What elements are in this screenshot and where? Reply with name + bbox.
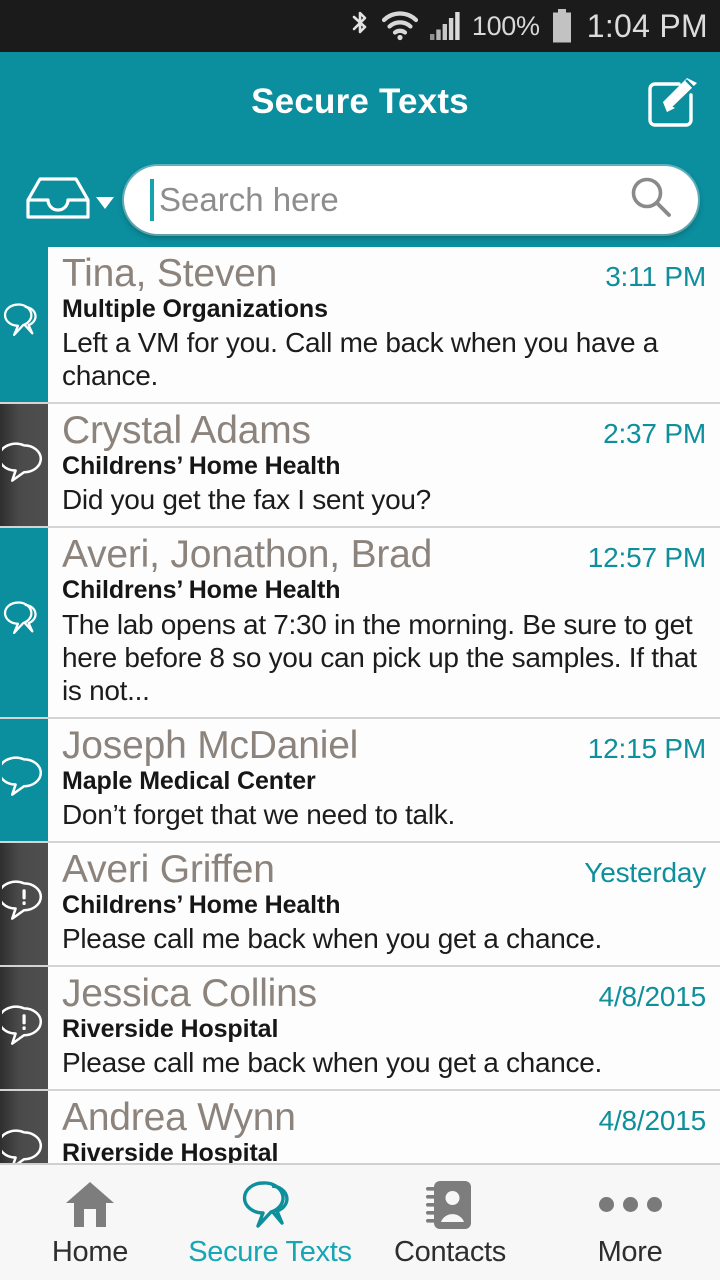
conversation-organization: Childrens’ Home Health <box>62 576 341 605</box>
nav-label-more: More <box>597 1235 663 1268</box>
bottom-navigation: Home Secure Texts Contacts More <box>0 1163 720 1280</box>
conversation-list[interactable]: Tina, Steven 3:11 PM Multiple Organization… <box>0 247 720 1163</box>
conversation-name: Jessica Collins <box>62 972 317 1015</box>
conversation-timestamp: 2:37 PM <box>603 418 706 450</box>
conversation-rail <box>0 966 48 1090</box>
nav-item-contacts[interactable]: Contacts <box>360 1165 540 1280</box>
conversation-header-line: Tina, Steven 3:11 PM <box>62 253 706 296</box>
speech-bubble-icon <box>241 1177 299 1233</box>
conversation-preview: Please call me back when you get a chanc… <box>62 1047 602 1079</box>
nav-label-home: Home <box>51 1235 129 1268</box>
conversation-body: Joseph McDaniel 12:15 PM Maple Medical Cen… <box>48 719 720 841</box>
secure-texts-app: 100% 1:04 PM Secure Texts Search here Ti… <box>0 0 720 1280</box>
conversation-rail <box>0 842 48 965</box>
nav-item-secure-texts[interactable]: Secure Texts <box>180 1165 360 1280</box>
conversation-body: Jessica Collins 4/8/2015 Riverside Hospita… <box>48 967 720 1089</box>
search-input[interactable] <box>154 180 628 219</box>
speech-bubble-icon <box>0 1129 46 1163</box>
conversation-timestamp: 12:57 PM <box>587 542 706 574</box>
conversation-preview: Left a VM for you. Call me back when you… <box>62 327 658 392</box>
conversation-name: Averi, Jonathon, Brad <box>62 534 433 577</box>
conversation-body: Crystal Adams 2:37 PM Childrens’ Home Heal… <box>48 404 720 526</box>
conversation-timestamp: 4/8/2015 <box>598 1105 707 1137</box>
conversation-body: Tina, Steven 3:11 PM Multiple Organization… <box>48 247 720 402</box>
conversation-row[interactable]: Crystal Adams 2:37 PM Childrens’ Home Heal… <box>0 404 720 529</box>
conversation-header-line: Averi Griffen Yesterday <box>62 849 706 892</box>
nav-label-secure-texts: Secure Texts <box>188 1235 352 1268</box>
conversation-header-line: Jessica Collins 4/8/2015 <box>62 973 706 1016</box>
search-bar-row <box>0 152 720 247</box>
conversation-name: Andrea Wynn <box>62 1097 296 1140</box>
search-icon[interactable] <box>628 174 674 225</box>
nav-item-more[interactable]: More <box>540 1165 720 1280</box>
conversation-name: Crystal Adams <box>62 410 311 453</box>
conversation-row[interactable]: Andrea Wynn4/8/2015Riverside HospitalDo … <box>0 1091 720 1163</box>
conversation-header-line: Crystal Adams 2:37 PM <box>62 410 706 453</box>
wifi-icon <box>381 11 418 41</box>
conversation-rail <box>0 528 48 717</box>
conversation-rail <box>0 718 48 841</box>
conversation-preview: Did you get the fax I sent you? <box>62 484 431 516</box>
conversation-row[interactable]: Joseph McDaniel 12:15 PM Maple Medical Cen… <box>0 718 720 843</box>
conversation-header-line: Andrea Wynn 4/8/2015 <box>62 1097 706 1140</box>
nav-label-contacts: Contacts <box>393 1235 507 1268</box>
conversation-name: Tina, Steven <box>62 253 278 295</box>
conversation-organization: Riverside Hospital <box>62 1014 279 1043</box>
conversation-body: Averi, Jonathon, Brad 12:57 PM Childrens’ … <box>48 528 720 716</box>
speech-bubble-alert-icon <box>0 880 46 927</box>
conversation-name: Joseph McDaniel <box>62 724 359 767</box>
compose-button[interactable] <box>642 71 704 133</box>
conversation-timestamp: 4/8/2015 <box>598 980 707 1012</box>
status-bar: 100% 1:04 PM <box>0 0 720 52</box>
battery-percentage: 100% <box>471 10 540 41</box>
conversation-timestamp: 3:11 PM <box>605 261 706 292</box>
conversation-row[interactable]: Tina, Steven 3:11 PM Multiple Organization… <box>0 247 720 405</box>
conversation-organization: Multiple Organizations <box>62 294 328 323</box>
double-speech-bubble-icon <box>2 301 46 348</box>
speech-bubble-icon <box>0 756 46 803</box>
conversation-rail <box>0 1091 48 1163</box>
search-field-wrapper[interactable] <box>124 165 698 234</box>
speech-bubble-alert-icon <box>0 1005 46 1052</box>
conversation-organization: Riverside Hospital <box>62 1139 279 1163</box>
compose-pencil-icon <box>644 71 702 134</box>
page-title: Secure Texts <box>251 82 469 121</box>
nav-item-home[interactable]: Home <box>0 1165 180 1280</box>
conversation-row[interactable]: Averi, Jonathon, Brad 12:57 PM Childrens’ … <box>0 528 720 719</box>
conversation-header-line: Joseph McDaniel 12:15 PM <box>62 725 706 768</box>
conversation-organization: Childrens’ Home Health <box>62 890 341 919</box>
inbox-tray-icon <box>24 173 92 226</box>
chevron-down-icon <box>96 196 114 209</box>
conversation-organization: Maple Medical Center <box>62 766 316 795</box>
conversation-preview: Please call me back when you get a chanc… <box>62 922 602 954</box>
more-dots-icon <box>598 1177 662 1233</box>
bluetooth-icon <box>349 10 371 42</box>
double-speech-bubble-icon <box>2 599 46 646</box>
conversation-row[interactable]: Jessica Collins 4/8/2015 Riverside Hospita… <box>0 966 720 1092</box>
inbox-filter-button[interactable] <box>24 173 114 226</box>
battery-full-icon <box>551 9 573 43</box>
cellular-signal-icon <box>429 11 461 41</box>
conversation-body: Andrea Wynn4/8/2015Riverside HospitalDo … <box>48 1091 720 1163</box>
status-bar-clock: 1:04 PM <box>586 7 708 44</box>
conversation-preview: Don’t forget that we need to talk. <box>62 798 455 830</box>
conversation-organization: Childrens’ Home Health <box>62 452 341 481</box>
conversation-timestamp: 12:15 PM <box>587 732 706 764</box>
conversation-preview: The lab opens at 7:30 in the morning. Be… <box>62 608 697 706</box>
conversation-rail <box>0 247 48 403</box>
speech-bubble-icon <box>0 442 46 489</box>
contacts-book-icon <box>423 1177 477 1233</box>
conversation-header-line: Averi, Jonathon, Brad 12:57 PM <box>62 534 706 577</box>
conversation-rail <box>0 404 48 527</box>
conversation-row[interactable]: Averi Griffen Yesterday Childrens’ Home He… <box>0 842 720 967</box>
app-header: Secure Texts <box>0 52 720 152</box>
conversation-body: Averi Griffen Yesterday Childrens’ Home He… <box>48 843 720 965</box>
home-icon <box>62 1177 118 1233</box>
conversation-name: Averi Griffen <box>62 848 275 891</box>
conversation-timestamp: Yesterday <box>584 856 706 888</box>
